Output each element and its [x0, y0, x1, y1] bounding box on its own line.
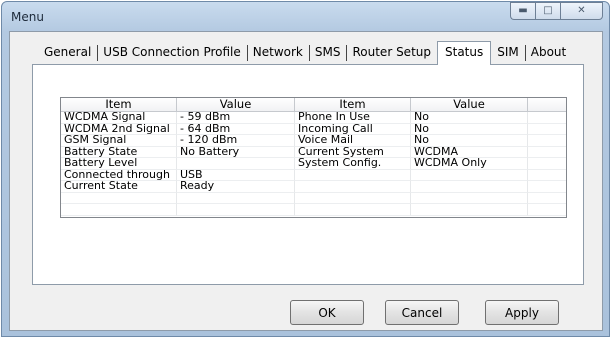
- dialog-window: Menu ▬ □ ✕ General USB Connection Profil…: [1, 1, 610, 337]
- tab-about[interactable]: About: [524, 42, 572, 63]
- cell-item: WCDMA 2nd Signal: [61, 123, 177, 135]
- cell-value: WCDMA Only: [411, 158, 528, 170]
- table-row[interactable]: Battery State No Battery Current System WCD…: [61, 146, 566, 158]
- cell-value: No: [411, 112, 528, 124]
- cell-item: [295, 192, 411, 204]
- cell-filler: [528, 170, 566, 181]
- tab-sim[interactable]: SIM: [491, 42, 525, 63]
- column-header-value[interactable]: Value: [177, 98, 295, 112]
- cell-item: System Config.: [295, 158, 411, 170]
- table-row[interactable]: [61, 192, 566, 204]
- cell-value: Ready: [177, 181, 295, 193]
- apply-button[interactable]: Apply: [485, 300, 559, 325]
- cell-item: [61, 204, 177, 216]
- cell-item: [295, 169, 411, 181]
- column-header-filler: [528, 98, 566, 112]
- cell-value: WCDMA: [411, 146, 528, 158]
- table-row[interactable]: Battery Level System Config. WCDMA Only: [61, 158, 566, 170]
- cell-filler: [528, 147, 566, 158]
- column-header-item-2[interactable]: Item: [295, 98, 411, 112]
- cell-item: [295, 204, 411, 216]
- table-row[interactable]: WCDMA Signal - 59 dBm Phone In Use No: [61, 112, 566, 124]
- cell-value: - 64 dBm: [177, 123, 295, 135]
- cell-value: [177, 204, 295, 216]
- cell-item: Incoming Call: [295, 123, 411, 135]
- list-header: Item Value Item Value: [61, 98, 566, 112]
- cell-item: Battery Level: [61, 158, 177, 170]
- column-header-item[interactable]: Item: [61, 98, 177, 112]
- column-header-value-2[interactable]: Value: [411, 98, 528, 112]
- status-list-view[interactable]: Item Value Item Value WCDMA Signal - 59 d…: [60, 97, 567, 218]
- maximize-icon[interactable]: □: [535, 2, 560, 20]
- status-tab-panel: Item Value Item Value WCDMA Signal - 59 d…: [32, 64, 584, 285]
- cell-item: Current System: [295, 146, 411, 158]
- table-row[interactable]: GSM Signal - 120 dBm Voice Mail No: [61, 135, 566, 147]
- cell-item: Voice Mail: [295, 135, 411, 147]
- ok-button[interactable]: OK: [290, 300, 364, 325]
- title-bar[interactable]: Menu ▬ □ ✕: [2, 2, 609, 32]
- tab-sms[interactable]: SMS: [308, 42, 347, 63]
- cancel-button[interactable]: Cancel: [385, 300, 459, 325]
- cell-filler: [528, 204, 566, 216]
- table-row[interactable]: [61, 204, 566, 216]
- window-title: Menu: [11, 10, 44, 24]
- list-body: WCDMA Signal - 59 dBm Phone In Use No WCDMA …: [61, 112, 566, 216]
- cell-value: [411, 169, 528, 181]
- cell-filler: [528, 181, 566, 193]
- cell-value: - 59 dBm: [177, 112, 295, 124]
- cell-item: Battery State: [61, 146, 177, 158]
- cell-value: No Battery: [177, 146, 295, 158]
- cell-item: [61, 192, 177, 204]
- dialog-client-area: General USB Connection Profile Network S…: [9, 31, 603, 331]
- close-icon[interactable]: ✕: [560, 2, 603, 20]
- tab-router-setup[interactable]: Router Setup: [346, 42, 437, 63]
- cell-filler: [528, 124, 566, 135]
- cell-filler: [528, 112, 566, 124]
- cell-value: [177, 192, 295, 204]
- cell-value: [411, 192, 528, 204]
- cell-item: Connected through: [61, 169, 177, 181]
- cell-item: [295, 181, 411, 193]
- tab-strip: General USB Connection Profile Network S…: [38, 41, 572, 65]
- cell-value: No: [411, 135, 528, 147]
- cell-filler: [528, 193, 566, 204]
- tab-usb-connection-profile[interactable]: USB Connection Profile: [97, 42, 246, 63]
- tab-status[interactable]: Status: [437, 41, 492, 65]
- cell-item: GSM Signal: [61, 135, 177, 147]
- tab-network[interactable]: Network: [246, 42, 309, 63]
- table-row[interactable]: Connected through USB: [61, 169, 566, 181]
- cell-item: Current State: [61, 181, 177, 193]
- cell-value: - 120 dBm: [177, 135, 295, 147]
- cell-item: Phone In Use: [295, 112, 411, 124]
- tab-general[interactable]: General: [38, 42, 97, 63]
- table-row[interactable]: WCDMA 2nd Signal - 64 dBm Incoming Call No: [61, 123, 566, 135]
- cell-item: WCDMA Signal: [61, 112, 177, 124]
- cell-value: [177, 158, 295, 170]
- cell-value: [411, 204, 528, 216]
- cell-value: [411, 181, 528, 193]
- cell-value: USB: [177, 169, 295, 181]
- cell-value: No: [411, 123, 528, 135]
- caption-buttons: ▬ □ ✕: [510, 2, 603, 20]
- cell-filler: [528, 158, 566, 170]
- cell-filler: [528, 135, 566, 147]
- table-row[interactable]: Current State Ready: [61, 181, 566, 193]
- minimize-icon[interactable]: ▬: [510, 2, 535, 20]
